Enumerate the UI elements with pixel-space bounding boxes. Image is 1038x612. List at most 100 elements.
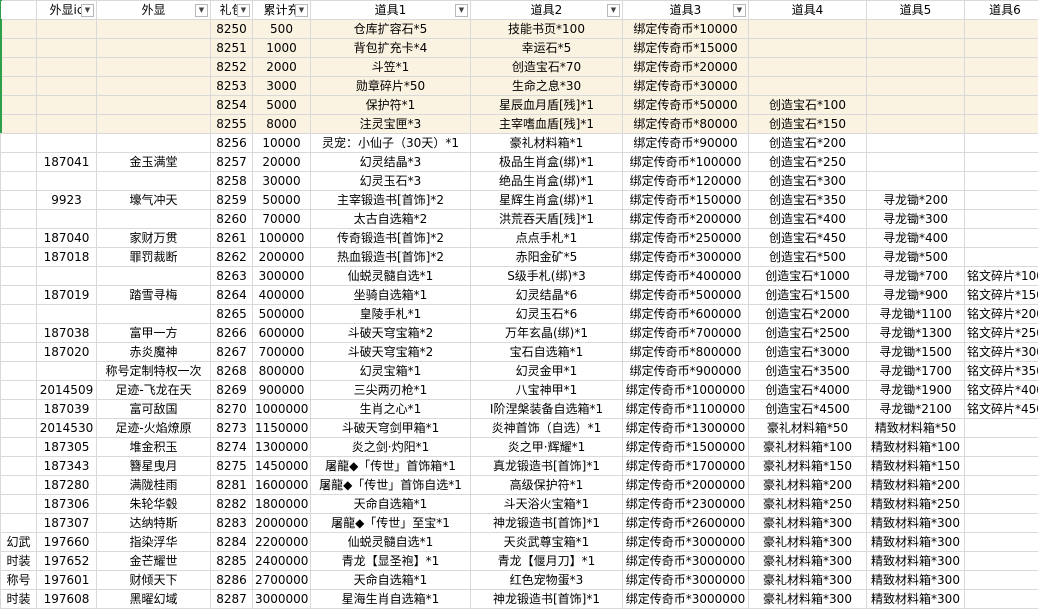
cell-col-gift-id[interactable]: 8282 [210,494,253,514]
cell-col-gift-id[interactable]: 8284 [210,532,253,552]
cell-col-item4[interactable]: 豪礼材料箱*250 [748,494,867,514]
cell-col-a[interactable] [0,19,37,39]
cell-col-skin-name[interactable]: 称号定制特权一次 [96,361,211,381]
cell-col-item6[interactable] [964,456,1038,476]
cell-col-item4[interactable]: 创造宝石*1500 [748,285,867,305]
cell-col-item2[interactable]: 万年玄晶(绑)*1 [470,323,623,343]
header-col-item4[interactable]: 道具4 [748,0,867,20]
cell-col-item2[interactable]: 天炎武尊宝箱*1 [470,532,623,552]
cell-col-skin-name[interactable]: 堆金积玉 [96,437,211,457]
cell-col-item3[interactable]: 绑定传奇币*300000 [622,247,749,267]
cell-col-skin-name[interactable]: 家财万贯 [96,228,211,248]
cell-col-item1[interactable]: 热血锻造书[首饰]*2 [310,247,471,267]
cell-col-a[interactable] [0,247,37,267]
cell-col-a[interactable] [0,494,37,514]
cell-col-item5[interactable]: 寻龙锄*400 [866,228,965,248]
cell-col-a[interactable] [0,304,37,324]
cell-col-skin-id[interactable] [36,171,97,191]
cell-col-item4[interactable]: 创造宝石*500 [748,247,867,267]
cell-col-item5[interactable]: 精致材料箱*300 [866,513,965,533]
cell-col-item5[interactable]: 寻龙锄*1900 [866,380,965,400]
cell-col-recharge[interactable]: 1150000 [252,418,311,438]
cell-col-skin-name[interactable] [96,57,211,77]
header-col-a[interactable] [0,0,37,20]
cell-col-item4[interactable]: 豪礼材料箱*300 [748,589,867,609]
cell-col-skin-id[interactable]: 2014509 [36,380,97,400]
cell-col-a[interactable] [0,171,37,191]
cell-col-item3[interactable]: 绑定传奇币*400000 [622,266,749,286]
cell-col-item6[interactable] [964,532,1038,552]
cell-col-skin-id[interactable] [36,38,97,58]
cell-col-item6[interactable]: 铭文碎片*4000 [964,380,1038,400]
cell-col-item2[interactable]: 宝石自选箱*1 [470,342,623,362]
cell-col-item1[interactable]: 青龙【显圣袍】*1 [310,551,471,571]
cell-col-item2[interactable]: 技能书页*100 [470,19,623,39]
cell-col-skin-id[interactable]: 197660 [36,532,97,552]
cell-col-item6[interactable] [964,418,1038,438]
cell-col-item3[interactable]: 绑定传奇币*200000 [622,209,749,229]
cell-col-item1[interactable]: 注灵宝匣*3 [310,114,471,134]
cell-col-item4[interactable] [748,57,867,77]
cell-col-item5[interactable] [866,38,965,58]
cell-col-gift-id[interactable]: 8255 [210,114,253,134]
cell-col-gift-id[interactable]: 8254 [210,95,253,115]
cell-col-gift-id[interactable]: 8265 [210,304,253,324]
cell-col-skin-name[interactable]: 富甲一方 [96,323,211,343]
cell-col-item5[interactable]: 寻龙锄*200 [866,190,965,210]
cell-col-a[interactable] [0,456,37,476]
cell-col-recharge[interactable]: 2000000 [252,513,311,533]
cell-col-item4[interactable]: 豪礼材料箱*200 [748,475,867,495]
cell-col-a[interactable] [0,475,37,495]
cell-col-item2[interactable]: 炎神首饰（自选）*1 [470,418,623,438]
cell-col-item1[interactable]: 斗笠*1 [310,57,471,77]
cell-col-item4[interactable]: 创造宝石*350 [748,190,867,210]
cell-col-recharge[interactable]: 700000 [252,342,311,362]
cell-col-item3[interactable]: 绑定传奇币*120000 [622,171,749,191]
cell-col-skin-id[interactable] [36,266,97,286]
cell-col-item3[interactable]: 绑定传奇币*80000 [622,114,749,134]
cell-col-skin-name[interactable] [96,76,211,96]
header-col-skin-id[interactable]: 外显ic ▼ [36,0,97,20]
cell-col-item1[interactable]: 天命自选箱*1 [310,494,471,514]
cell-col-a[interactable] [0,209,37,229]
cell-col-skin-id[interactable]: 9923 [36,190,97,210]
cell-col-item6[interactable] [964,152,1038,172]
cell-col-item6[interactable] [964,570,1038,590]
cell-col-gift-id[interactable]: 8283 [210,513,253,533]
cell-col-item6[interactable] [964,209,1038,229]
cell-col-item5[interactable]: 精致材料箱*200 [866,475,965,495]
cell-col-gift-id[interactable]: 8260 [210,209,253,229]
cell-col-skin-name[interactable]: 黑曜幻域 [96,589,211,609]
cell-col-skin-name[interactable]: 足迹-飞龙在天 [96,380,211,400]
cell-col-item5[interactable]: 精致材料箱*250 [866,494,965,514]
cell-col-item2[interactable]: 主宰嗜血盾[残]*1 [470,114,623,134]
cell-col-item3[interactable]: 绑定传奇币*600000 [622,304,749,324]
cell-col-item3[interactable]: 绑定传奇币*900000 [622,361,749,381]
cell-col-item1[interactable]: 屠龍◆「传世」至宝*1 [310,513,471,533]
cell-col-item5[interactable]: 精致材料箱*300 [866,551,965,571]
cell-col-item3[interactable]: 绑定传奇币*50000 [622,95,749,115]
cell-col-gift-id[interactable]: 8251 [210,38,253,58]
cell-col-item3[interactable]: 绑定传奇币*1300000 [622,418,749,438]
cell-col-item4[interactable]: 豪礼材料箱*300 [748,532,867,552]
filter-dropdown-icon[interactable]: ▼ [607,4,620,17]
cell-col-skin-id[interactable]: 187038 [36,323,97,343]
cell-col-item4[interactable] [748,76,867,96]
cell-col-recharge[interactable]: 2000 [252,57,311,77]
cell-col-a[interactable] [0,361,37,381]
cell-col-item2[interactable]: S级手札(绑)*3 [470,266,623,286]
header-col-recharge[interactable]: 累计充 ▼ [252,0,311,20]
cell-col-skin-id[interactable] [36,114,97,134]
cell-col-a[interactable] [0,190,37,210]
cell-col-item5[interactable]: 寻龙锄*500 [866,247,965,267]
cell-col-a[interactable] [0,152,37,172]
cell-col-item3[interactable]: 绑定传奇币*30000 [622,76,749,96]
cell-col-item1[interactable]: 传奇锻造书[首饰]*2 [310,228,471,248]
cell-col-item4[interactable]: 创造宝石*100 [748,95,867,115]
cell-col-item1[interactable]: 天命自选箱*1 [310,570,471,590]
cell-col-skin-name[interactable] [96,95,211,115]
cell-col-item1[interactable]: 勋章碎片*50 [310,76,471,96]
cell-col-item4[interactable]: 豪礼材料箱*100 [748,437,867,457]
filter-dropdown-icon[interactable]: ▼ [237,4,250,17]
cell-col-a[interactable]: 时装 [0,589,37,609]
